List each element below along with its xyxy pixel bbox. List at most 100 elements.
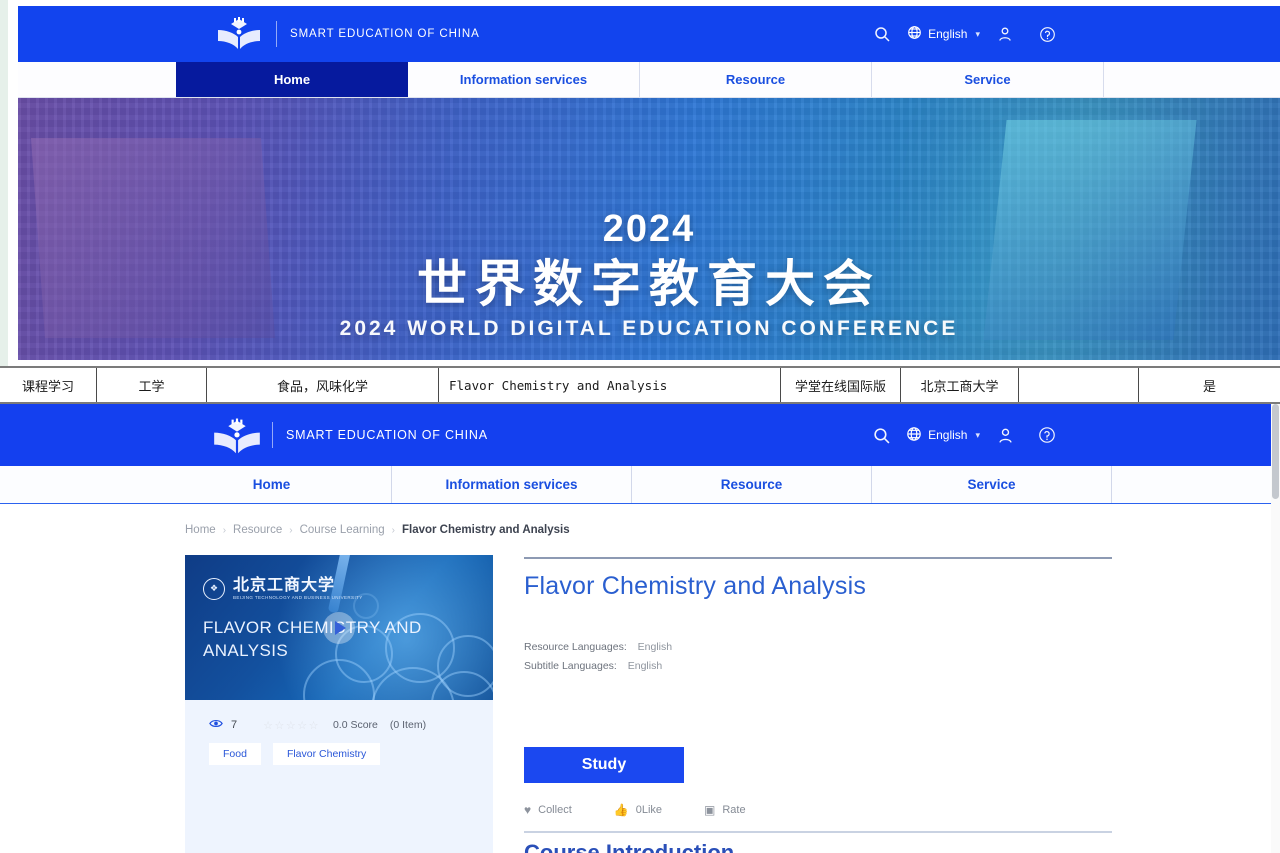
chevron-down-icon: ▾ (975, 429, 980, 440)
banner-title-cn: 世界数字教育大会 (417, 255, 881, 313)
university-logo-group: ❖ 北京工商大学 BEIJING TECHNOLOGY AND BUSINESS… (203, 577, 363, 600)
brand-logo-group[interactable]: SMART EDUCATION OF CHINA (216, 17, 480, 51)
homepage-hero-banner[interactable]: 2024 世界数字教育大会 2024 WORLD DIGITAL EDUCATI… (18, 98, 1280, 360)
meta-label-resource-languages: Resource Languages: (524, 641, 627, 653)
globe-icon (906, 426, 922, 445)
rate-label: Rate (722, 804, 746, 816)
heart-icon: ♥ (524, 803, 532, 817)
play-button-icon[interactable] (323, 611, 355, 644)
rate-comment-icon: ▣ (704, 803, 716, 817)
sheet-cell-blank[interactable] (1019, 368, 1139, 402)
meta-value-resource-languages: English (637, 641, 673, 653)
nav-right-spacer (1112, 466, 1280, 503)
spreadsheet-row: 课程学习 工学 食品，风味化学 Flavor Chemistry and Ana… (0, 366, 1280, 404)
like-button[interactable]: 👍 0Like (614, 803, 662, 817)
sheet-cell-university[interactable]: 北京工商大学 (901, 368, 1019, 402)
meta-row-subtitle-languages: Subtitle Languages: English (524, 657, 672, 676)
meta-row-resource-languages: Resource Languages: English (524, 638, 672, 657)
help-question-icon[interactable] (1026, 6, 1068, 62)
nav-item-home[interactable]: Home (152, 466, 392, 503)
search-icon[interactable] (861, 6, 903, 62)
detail-bottom-divider (524, 831, 1112, 833)
header-actions-top: English ▾ (861, 6, 1068, 62)
course-thumbnail[interactable]: ❖ 北京工商大学 BEIJING TECHNOLOGY AND BUSINESS… (185, 555, 493, 700)
course-stats-row: 7 ☆☆☆☆☆ 0.0 Score (0 Item) (209, 718, 426, 732)
nav-item-resource[interactable]: Resource (632, 466, 872, 503)
breadcrumb: Home › Resource › Course Learning › Flav… (185, 524, 570, 536)
brand-name: SMART EDUCATION OF CHINA (286, 428, 488, 442)
rating-item-count: (0 Item) (389, 719, 427, 731)
header-actions-main: English ▾ (860, 404, 1068, 466)
nav-item-resource[interactable]: Resource (640, 62, 872, 97)
rate-button[interactable]: ▣ Rate (704, 803, 746, 817)
brand-name: SMART EDUCATION OF CHINA (290, 28, 480, 40)
rating-stars[interactable]: ☆☆☆☆☆ (263, 719, 320, 732)
breadcrumb-separator-icon: › (289, 524, 293, 536)
meta-value-subtitle-languages: English (627, 660, 663, 673)
like-label: 0Like (635, 804, 662, 816)
breadcrumb-item-course-learning[interactable]: Course Learning (300, 524, 385, 536)
sheet-cell-category[interactable]: 课程学习 (0, 368, 97, 402)
search-icon[interactable] (860, 407, 902, 463)
logo-divider (276, 21, 277, 47)
nav-item-information-services[interactable]: Information services (408, 62, 640, 97)
left-edge-strip-inner (8, 0, 18, 366)
language-selector[interactable]: English ▾ (902, 426, 984, 445)
collect-button[interactable]: ♥ Collect (524, 803, 572, 817)
detail-top-divider (524, 557, 1112, 559)
meta-label-subtitle-languages: Subtitle Languages: (524, 660, 617, 673)
page-root: SMART EDUCATION OF CHINA English ▾ Home … (0, 0, 1280, 853)
breadcrumb-item-resource[interactable]: Resource (233, 524, 282, 536)
nav-left-spacer (18, 62, 176, 97)
nav-item-service[interactable]: Service (872, 62, 1104, 97)
university-seal-icon: ❖ (203, 577, 225, 600)
globe-icon (907, 25, 922, 43)
tag-flavor-chemistry[interactable]: Flavor Chemistry (272, 743, 381, 765)
logo-divider (272, 422, 273, 448)
rating-score: 0.0 Score (332, 719, 378, 731)
nav-item-information-services[interactable]: Information services (392, 466, 632, 503)
site-header-main: SMART EDUCATION OF CHINA English ▾ (0, 404, 1280, 466)
site-header-top: SMART EDUCATION OF CHINA English ▾ (18, 6, 1280, 62)
language-label: English (928, 428, 968, 442)
user-account-icon[interactable] (984, 6, 1026, 62)
page-scrollbar-thumb[interactable] (1272, 404, 1279, 499)
sheet-cell-flag[interactable]: 是 (1139, 368, 1280, 402)
sheet-cell-discipline[interactable]: 工学 (97, 368, 207, 402)
study-button[interactable]: Study (524, 747, 684, 783)
help-question-icon[interactable] (1026, 407, 1068, 463)
course-tags: Food Flavor Chemistry (209, 743, 381, 765)
nav-item-home[interactable]: Home (176, 62, 408, 97)
language-selector[interactable]: English ▾ (903, 25, 984, 43)
collect-label: Collect (538, 804, 572, 816)
course-actions: ♥ Collect 👍 0Like ▣ Rate (524, 803, 746, 817)
sheet-cell-course-title[interactable]: Flavor Chemistry and Analysis (439, 368, 781, 402)
chevron-down-icon: ▾ (975, 28, 980, 39)
sheet-cell-platform[interactable]: 学堂在线国际版 (781, 368, 901, 402)
banner-text-group: 2024 世界数字教育大会 2024 WORLD DIGITAL EDUCATI… (18, 210, 1280, 341)
language-label: English (928, 27, 968, 41)
thumbs-up-icon: 👍 (613, 803, 629, 817)
banner-title-en: 2024 WORLD DIGITAL EDUCATION CONFERENCE (339, 317, 959, 340)
tag-food[interactable]: Food (209, 743, 261, 765)
view-count: 7 (231, 719, 238, 731)
university-name-cn: 北京工商大学 (233, 575, 336, 594)
open-book-logo-icon (216, 17, 262, 51)
university-name-en: BEIJING TECHNOLOGY AND BUSINESS UNIVERSI… (233, 595, 363, 600)
banner-year: 2024 (602, 208, 696, 250)
open-book-logo-icon (212, 418, 260, 454)
brand-logo-group-main[interactable]: SMART EDUCATION OF CHINA (212, 418, 488, 454)
nav-right-spacer (1104, 62, 1280, 97)
breadcrumb-separator-icon: › (222, 524, 227, 536)
breadcrumb-separator-icon: › (391, 524, 395, 536)
breadcrumb-item-home[interactable]: Home (185, 524, 216, 536)
nav-left-spacer (0, 466, 152, 503)
main-nav: Home Information services Resource Servi… (0, 466, 1280, 504)
left-edge-strip (0, 0, 8, 366)
sheet-cell-subject[interactable]: 食品，风味化学 (207, 368, 439, 402)
user-account-icon[interactable] (984, 407, 1026, 463)
eye-icon (209, 718, 223, 732)
top-screenshot-region: SMART EDUCATION OF CHINA English ▾ Home … (18, 6, 1280, 360)
course-title: Flavor Chemistry and Analysis (524, 572, 867, 600)
nav-item-service[interactable]: Service (872, 466, 1112, 503)
